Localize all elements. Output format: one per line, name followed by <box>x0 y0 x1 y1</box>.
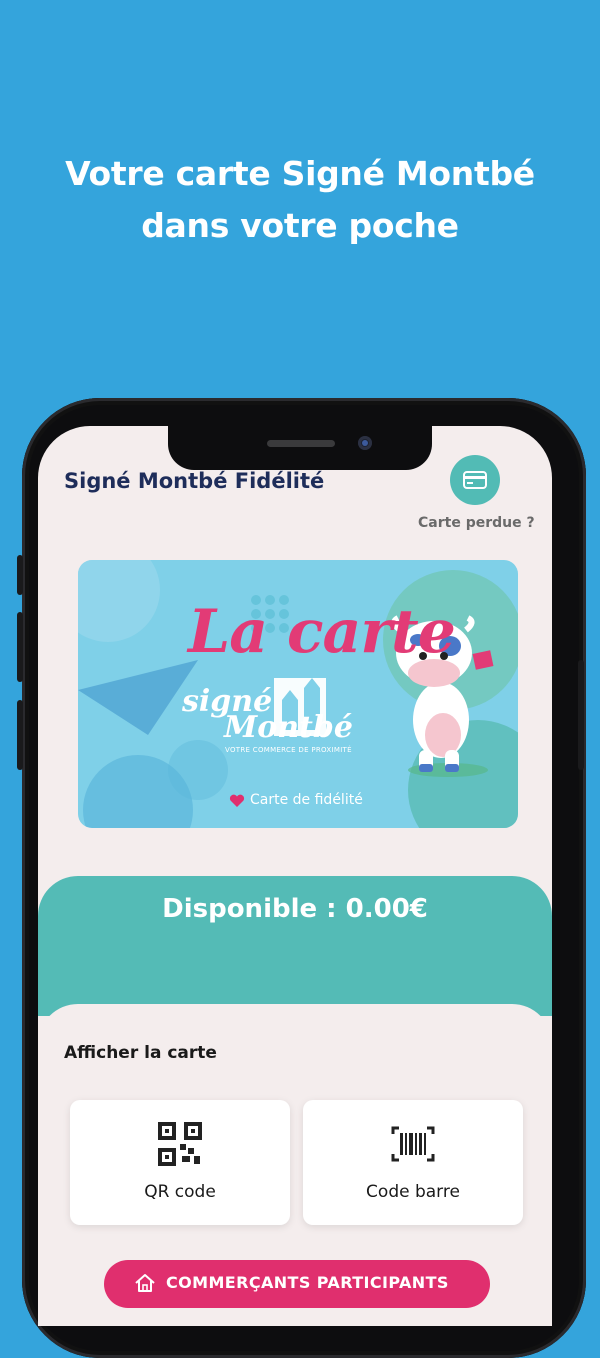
barcode-label: Code barre <box>366 1182 460 1202</box>
app-title: Signé Montbé Fidélité <box>64 469 325 493</box>
phone-camera <box>358 436 372 450</box>
merchants-button-label: COMMERÇANTS PARTICIPANTS <box>166 1273 449 1292</box>
qr-code-button[interactable]: QR code <box>70 1100 290 1225</box>
headline-line-2: dans votre poche <box>141 206 459 245</box>
participating-merchants-button[interactable]: COMMERÇANTS PARTICIPANTS <box>104 1260 490 1308</box>
lost-card-label[interactable]: Carte perdue ? <box>418 515 535 531</box>
qr-code-label: QR code <box>144 1182 216 1202</box>
phone-side-button <box>17 555 23 595</box>
phone-power-button <box>578 660 584 770</box>
card-brand-title: La carte <box>188 597 456 667</box>
balance-amount: Disponible : 0.00€ <box>162 894 428 924</box>
qr-code-icon <box>158 1122 202 1166</box>
loyalty-card: La carte signé Montbé VOTRE COMMERCE DE … <box>78 560 518 828</box>
home-icon <box>135 1274 155 1292</box>
card-subtitle-text: Carte de fidélité <box>250 792 363 808</box>
barcode-button[interactable]: Code barre <box>303 1100 523 1225</box>
card-tagline: VOTRE COMMERCE DE PROXIMITÉ <box>225 746 352 754</box>
phone-side-button <box>17 700 23 770</box>
phone-notch <box>168 426 432 470</box>
lost-card-button[interactable] <box>450 455 500 505</box>
section-title: Afficher la carte <box>64 1043 217 1063</box>
credit-card-icon <box>463 471 487 489</box>
card-subtitle: Carte de fidélité <box>228 792 363 808</box>
headline-line-1: Votre carte Signé Montbé <box>65 154 535 193</box>
barcode-icon <box>391 1126 435 1162</box>
phone-side-button <box>17 612 23 682</box>
card-logo-line-2: Montbé <box>224 710 353 745</box>
phone-speaker <box>267 440 335 447</box>
promo-headline: Votre carte Signé Montbé dans votre poch… <box>0 148 600 252</box>
